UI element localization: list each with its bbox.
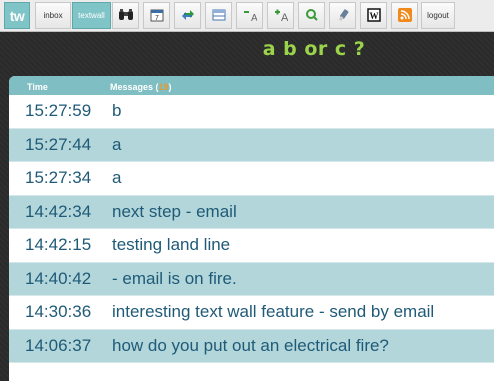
message-text: a [112, 168, 122, 188]
svg-text:A: A [251, 13, 257, 22]
message-text: testing land line [112, 235, 231, 255]
messages-column-header: Messages (19) [110, 82, 172, 92]
refresh-icon [181, 8, 195, 24]
message-time: 15:27:34 [25, 168, 92, 188]
usb-button[interactable] [329, 2, 356, 29]
svg-text:7: 7 [155, 15, 159, 22]
app-logo[interactable]: tw [4, 2, 30, 29]
usb-icon [336, 8, 350, 24]
message-time: 14:42:15 [25, 235, 92, 255]
calendar-button[interactable]: 7 [143, 2, 170, 29]
message-row[interactable]: 15:27:59 b [9, 95, 494, 129]
binoculars-icon [118, 8, 134, 24]
message-text: - email is on fire. [112, 268, 237, 288]
font-larger-button[interactable]: A [267, 2, 294, 29]
zoom-button[interactable] [298, 2, 325, 29]
message-list: 15:27:59 b 15:27:44 a 15:27:34 a 14:42:34 next … [9, 95, 494, 363]
message-count: 19 [158, 82, 169, 92]
message-table: Time Messages (19) 15:27:59 b 15:27:44 a 15:… [9, 76, 494, 381]
word-icon: W [366, 7, 381, 24]
time-column-header: Time [27, 82, 48, 92]
rss-button[interactable] [391, 2, 418, 29]
message-text: interesting text wall feature - send by … [112, 302, 435, 322]
message-row[interactable]: 14:42:15 testing land line [9, 229, 494, 263]
message-text: how do you put out an electrical fire? [112, 335, 389, 355]
message-time: 15:27:59 [25, 101, 92, 121]
message-row[interactable]: 14:06:37 how do you put out an electrical… [9, 329, 494, 363]
font-up-icon: A [274, 8, 289, 24]
zoom-icon [305, 8, 319, 24]
message-row[interactable]: 15:27:44 a [9, 128, 494, 162]
logout-button[interactable]: logout [421, 2, 455, 29]
message-row[interactable]: 15:27:34 a [9, 162, 494, 196]
inbox-label: inbox [43, 11, 63, 20]
svg-text:A: A [281, 12, 288, 22]
font-down-icon: A [243, 8, 258, 24]
inbox-button[interactable]: inbox [35, 2, 71, 29]
message-time: 15:27:44 [25, 134, 92, 154]
message-time: 14:06:37 [25, 335, 92, 355]
wall-question: a b or c ? [262, 38, 366, 60]
textwall-button[interactable]: textwall [72, 2, 111, 29]
table-icon [212, 8, 226, 24]
rss-icon [397, 7, 412, 24]
table-button[interactable] [205, 2, 232, 29]
word-button[interactable]: W [360, 2, 387, 29]
font-smaller-button[interactable]: A [236, 2, 263, 29]
message-time: 14:42:34 [25, 201, 92, 221]
logout-label: logout [427, 11, 449, 20]
search-button[interactable] [112, 2, 139, 29]
message-row[interactable]: 14:40:42 - email is on fire. [9, 262, 494, 296]
message-row[interactable]: 14:42:34 next step - email [9, 195, 494, 229]
textwall-label: textwall [78, 11, 105, 20]
refresh-button[interactable] [174, 2, 201, 29]
message-time: 14:40:42 [25, 268, 92, 288]
svg-text:W: W [369, 11, 378, 21]
calendar-icon: 7 [150, 8, 164, 24]
message-time: 14:30:36 [25, 302, 92, 322]
message-text: a [112, 134, 122, 154]
message-text: next step - email [112, 201, 237, 221]
message-row[interactable]: 14:30:36 interesting text wall feature - … [9, 296, 494, 330]
toolbar: tw inbox textwall 7 A A W logout [0, 0, 494, 32]
table-header: Time Messages (19) [9, 76, 494, 95]
message-text: b [112, 101, 122, 121]
